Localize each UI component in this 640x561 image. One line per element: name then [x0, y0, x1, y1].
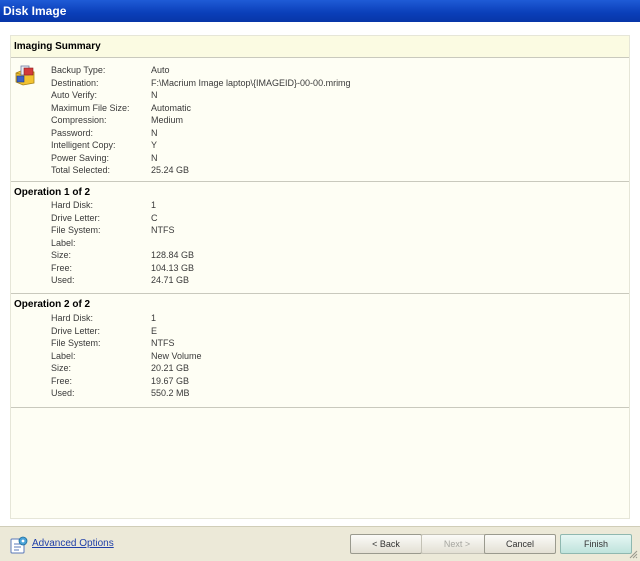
- auto-verify-label: Auto Verify:: [51, 90, 98, 100]
- backup-type-value: Auto: [151, 65, 170, 75]
- op1-used-value: 24.71 GB: [151, 275, 190, 285]
- op2-hard-disk-row: Hard Disk: 1: [11, 312, 629, 324]
- op1-label-row: Label:: [11, 237, 629, 249]
- max-file-size-value: Automatic: [151, 102, 192, 113]
- password-value: N: [151, 127, 158, 138]
- destination-value: F:\Macrium Image laptop\{IMAGEID}-00-00.…: [151, 77, 351, 88]
- op2-drive-letter-label: Drive Letter:: [51, 325, 101, 336]
- intelligent-copy-row: Intelligent Copy: Y: [11, 139, 629, 151]
- content-area: Imaging Summary Backup Type: Auto Destin…: [0, 22, 640, 526]
- finish-button[interactable]: Finish: [560, 534, 632, 554]
- cancel-button[interactable]: Cancel: [484, 534, 556, 554]
- max-file-size-label: Maximum File Size:: [51, 102, 130, 113]
- op2-free-row: Free: 19.67 GB: [11, 375, 629, 387]
- op2-file-system-label: File System:: [51, 338, 101, 348]
- section-divider: [11, 181, 629, 182]
- op2-file-system-value: NTFS: [151, 338, 175, 348]
- op1-hard-disk-label: Hard Disk:: [51, 200, 94, 210]
- total-selected-label: Total Selected:: [51, 165, 111, 175]
- total-selected-value: 25.24 GB: [151, 165, 190, 175]
- advanced-options-link[interactable]: Advanced Options: [32, 538, 114, 549]
- op2-size-value: 20.21 GB: [151, 363, 190, 373]
- destination-label: Destination:: [51, 77, 99, 88]
- op2-size-label: Size:: [51, 363, 72, 373]
- power-saving-row: Power Saving: N: [11, 152, 629, 164]
- op2-file-system-row: File System: NTFS: [11, 337, 629, 349]
- backup-type-row: Backup Type: Auto: [11, 64, 629, 76]
- op2-label-value: New Volume: [151, 350, 202, 361]
- op2-used-label: Used:: [51, 388, 75, 398]
- op2-label-label: Label:: [51, 350, 76, 361]
- op2-used-value: 550.2 MB: [151, 388, 190, 398]
- auto-verify-row: Auto Verify: N: [11, 89, 629, 101]
- power-saving-value: N: [151, 152, 158, 163]
- max-file-size-row: Maximum File Size: Automatic: [11, 102, 629, 114]
- power-saving-label: Power Saving:: [51, 152, 110, 163]
- op1-used-row: Used: 24.71 GB: [11, 274, 629, 286]
- intelligent-copy-label: Intelligent Copy:: [51, 140, 116, 150]
- advanced-options-icon[interactable]: [10, 536, 28, 554]
- imaging-summary-header: Imaging Summary: [11, 36, 629, 57]
- op1-label-label: Label:: [51, 237, 76, 248]
- op2-size-row: Size: 20.21 GB: [11, 362, 629, 374]
- op2-drive-letter-value: E: [151, 325, 158, 336]
- op2-free-label: Free:: [51, 375, 73, 386]
- op1-size-value: 128.84 GB: [151, 250, 195, 260]
- op2-free-value: 19.67 GB: [151, 375, 190, 386]
- operation-1-header: Operation 1 of 2: [14, 187, 91, 198]
- compression-label: Compression:: [51, 115, 107, 125]
- op1-hard-disk-row: Hard Disk: 1: [11, 199, 629, 211]
- op1-drive-letter-value: C: [151, 212, 158, 223]
- compression-value: Medium: [151, 115, 184, 125]
- op1-free-label: Free:: [51, 262, 73, 273]
- op2-label-row: Label: New Volume: [11, 350, 629, 362]
- op2-hard-disk-label: Hard Disk:: [51, 313, 94, 323]
- next-button[interactable]: Next >: [421, 534, 493, 554]
- window-title: Disk Image: [0, 0, 640, 22]
- backup-type-label: Backup Type:: [51, 65, 106, 75]
- op2-drive-letter-row: Drive Letter: E: [11, 325, 629, 337]
- section-divider: [11, 57, 629, 58]
- op1-file-system-label: File System:: [51, 225, 101, 235]
- summary-panel: Imaging Summary Backup Type: Auto Destin…: [10, 35, 630, 519]
- op1-drive-letter-label: Drive Letter:: [51, 212, 101, 223]
- password-row: Password: N: [11, 127, 629, 139]
- op1-size-row: Size: 128.84 GB: [11, 249, 629, 261]
- op1-file-system-value: NTFS: [151, 225, 175, 235]
- op1-size-label: Size:: [51, 250, 72, 260]
- password-label: Password:: [51, 127, 94, 138]
- op1-free-row: Free: 104.13 GB: [11, 262, 629, 274]
- wizard-footer: Advanced Options < Back Next > Cancel Fi…: [0, 526, 640, 561]
- resize-grip-icon[interactable]: [628, 549, 638, 559]
- auto-verify-value: N: [151, 90, 158, 100]
- total-selected-row: Total Selected: 25.24 GB: [11, 164, 629, 176]
- op1-used-label: Used:: [51, 275, 75, 285]
- compression-row: Compression: Medium: [11, 114, 629, 126]
- op1-free-value: 104.13 GB: [151, 262, 195, 273]
- op1-drive-letter-row: Drive Letter: C: [11, 212, 629, 224]
- operation-2-header: Operation 2 of 2: [14, 299, 91, 310]
- back-button[interactable]: < Back: [350, 534, 422, 554]
- op2-used-row: Used: 550.2 MB: [11, 387, 629, 399]
- op1-hard-disk-value: 1: [151, 200, 157, 210]
- op2-hard-disk-value: 1: [151, 313, 157, 323]
- destination-row: Destination: F:\Macrium Image laptop\{IM…: [11, 77, 629, 89]
- intelligent-copy-value: Y: [151, 140, 158, 150]
- op1-file-system-row: File System: NTFS: [11, 224, 629, 236]
- section-divider: [11, 293, 629, 294]
- section-divider: [11, 407, 629, 408]
